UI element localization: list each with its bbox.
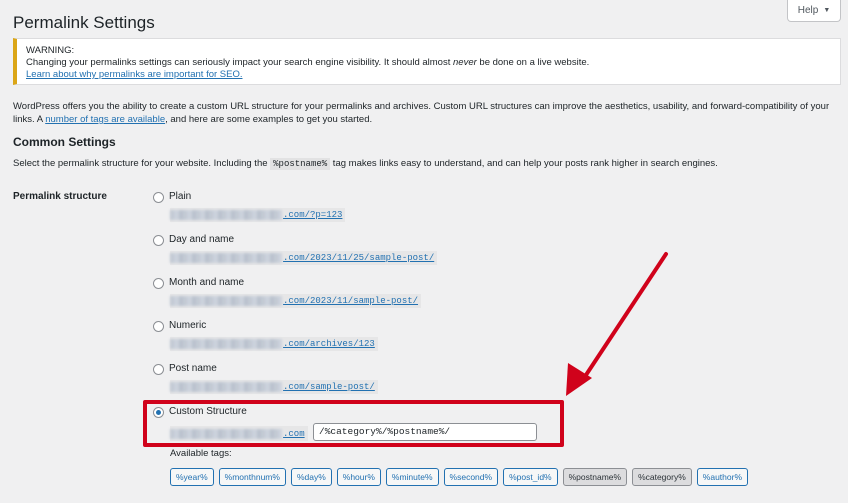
annotation-arrow-icon <box>566 252 668 396</box>
